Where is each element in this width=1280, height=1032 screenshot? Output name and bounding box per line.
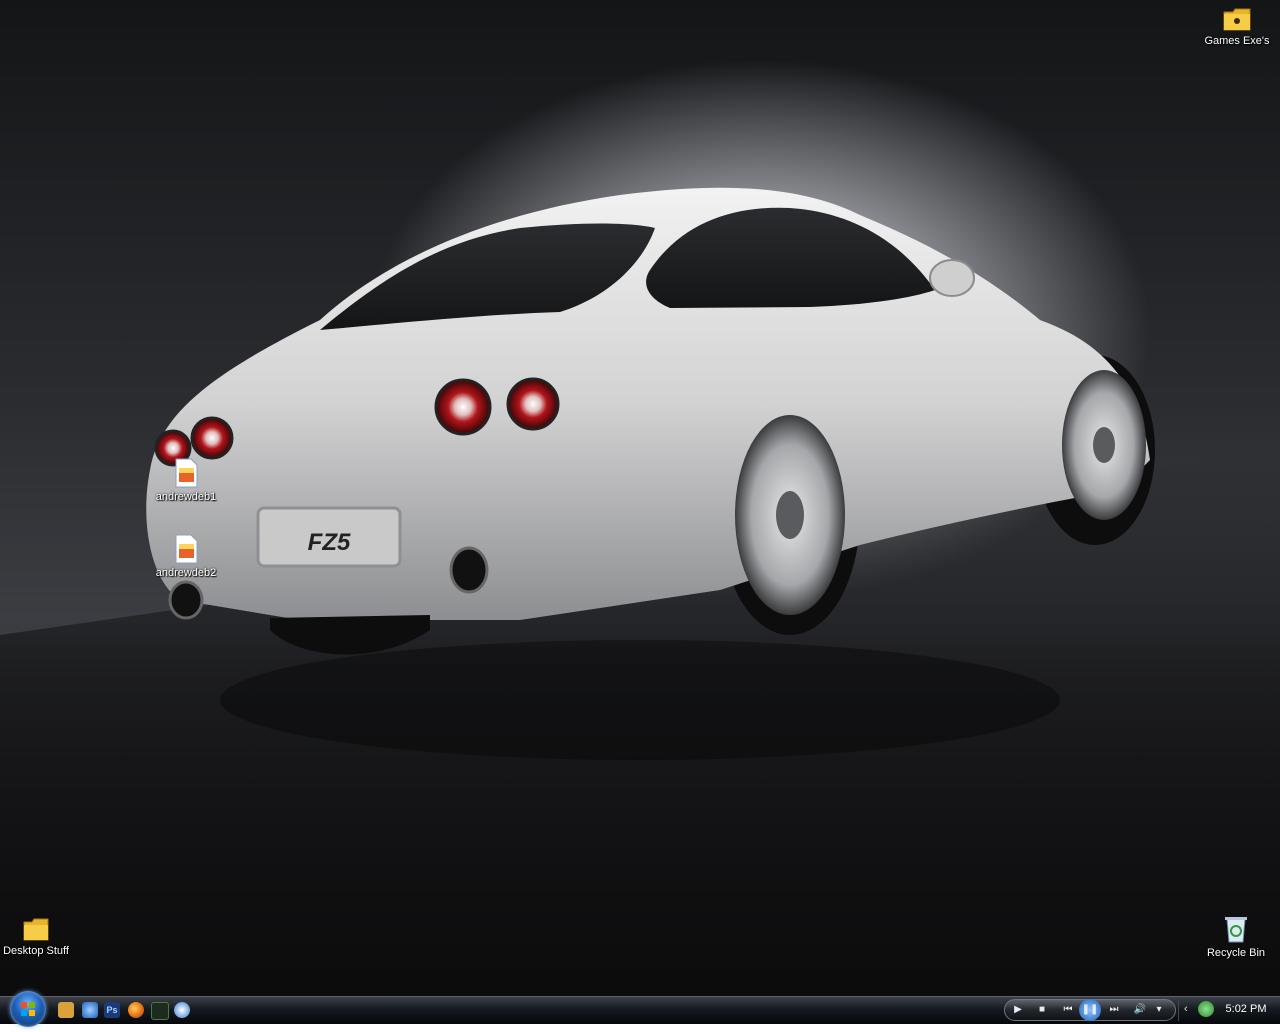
firefox-icon[interactable] (128, 1002, 144, 1018)
play-icon[interactable]: ▶ (1011, 1003, 1025, 1017)
volume-icon[interactable]: 🔊 (1129, 1003, 1151, 1017)
pause-icon[interactable]: ❚❚ (1079, 999, 1101, 1021)
desktop-icon-label: Games Exe's (1204, 35, 1270, 47)
winamp-icon[interactable] (151, 1002, 169, 1020)
desktop-icon-games[interactable]: Games Exe's (1192, 6, 1280, 48)
desktop-icon-label: andrewdeb2 (155, 567, 217, 579)
desktop-icon-andrewdeb2[interactable]: andrewdeb2 (141, 534, 231, 580)
chevron-down-icon[interactable]: ▾ (1153, 1003, 1165, 1017)
folder-icon (23, 918, 49, 941)
desktop[interactable]: FZ5 Games Exe's andrewdeb1 andrewdeb2 De… (0, 0, 1280, 996)
start-button[interactable] (10, 991, 46, 1027)
media-player-icon[interactable] (174, 1002, 190, 1018)
license-plate-text: FZ5 (308, 529, 351, 556)
stop-icon[interactable]: ■ (1035, 1003, 1049, 1017)
show-hidden-icons-chevron-icon[interactable]: ‹ (1184, 1003, 1188, 1015)
desktop-icon-recycle-bin[interactable]: Recycle Bin (1191, 914, 1280, 960)
photoshop-icon[interactable]: Ps (104, 1002, 120, 1018)
desktop-icon-desktop-stuff[interactable]: Desktop Stuff (0, 916, 81, 958)
desktop-icon-label: Recycle Bin (1206, 947, 1266, 959)
desktop-icon-label: andrewdeb1 (155, 491, 217, 503)
internet-explorer-icon[interactable] (82, 1002, 98, 1018)
next-icon[interactable]: ⏭ (1105, 1003, 1123, 1017)
show-desktop-icon[interactable] (58, 1002, 74, 1018)
image-file-icon (175, 534, 198, 564)
tray-divider (1178, 1001, 1179, 1021)
desktop-icon-label: Desktop Stuff (3, 945, 69, 957)
media-player-toolbar: ▶ ■ ⏮ ❚❚ ⏭ 🔊 ▾ (1004, 999, 1176, 1021)
system-clock[interactable]: 5:02 PM (1216, 1003, 1276, 1015)
windows-logo-icon (21, 1002, 35, 1016)
image-file-icon (175, 458, 198, 488)
recycle-bin-icon (1225, 917, 1247, 943)
taskbar: Ps ▶ ■ ⏮ ❚❚ ⏭ 🔊 ▾ ‹ 5:02 PM (0, 991, 1280, 1027)
desktop-icon-andrewdeb1[interactable]: andrewdeb1 (141, 458, 231, 504)
previous-icon[interactable]: ⏮ (1059, 1003, 1077, 1017)
folder-icon (1223, 8, 1251, 31)
messenger-icon[interactable] (1198, 1001, 1214, 1017)
